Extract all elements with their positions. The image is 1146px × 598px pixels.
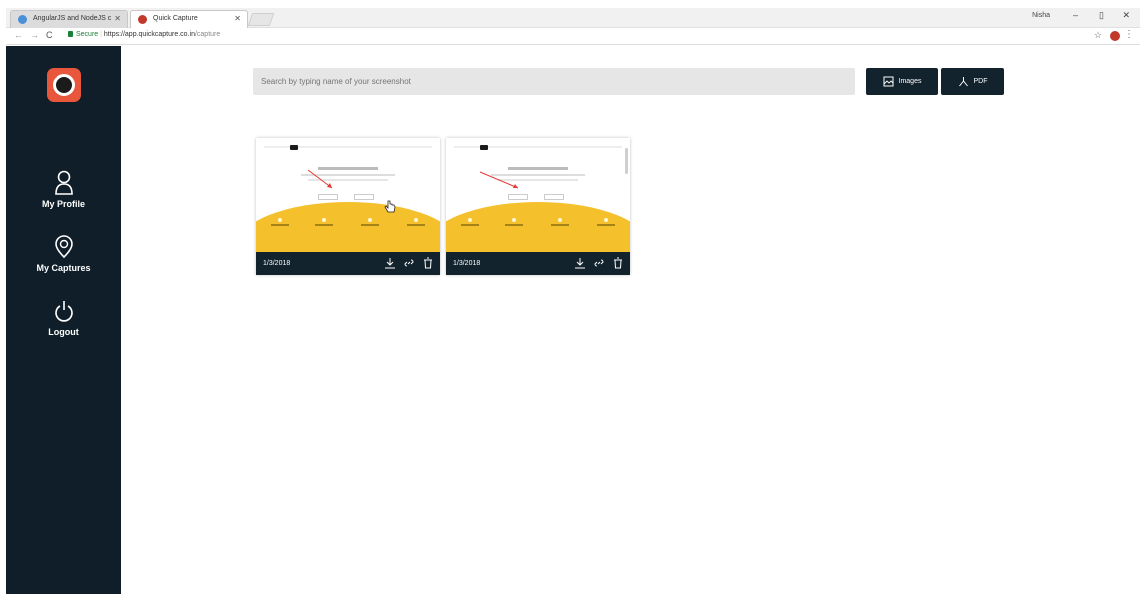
annotation-arrow: [479, 171, 519, 189]
bookmark-star-icon[interactable]: ☆: [1094, 30, 1102, 41]
globe-icon: [18, 15, 27, 24]
sidebar-item-label: My Profile: [41, 199, 85, 209]
close-tab-icon[interactable]: ✕: [114, 11, 121, 27]
image-icon: [883, 76, 894, 87]
forward-arrow-icon[interactable]: →: [30, 30, 39, 40]
sidebar-item-my-captures[interactable]: My Captures: [6, 234, 121, 273]
browser-tab-quick-capture[interactable]: Quick Capture ✕: [130, 10, 248, 28]
back-arrow-icon[interactable]: ←: [14, 30, 23, 40]
pdf-button-label: PDF: [973, 78, 988, 85]
tab-title: Quick Capture: [153, 15, 198, 22]
new-tab-button[interactable]: [247, 13, 275, 26]
secure-label: Secure: [76, 31, 99, 38]
trash-icon[interactable]: [612, 257, 624, 269]
thumbnail-scrollbar: [625, 148, 628, 174]
images-button-label: Images: [898, 78, 922, 85]
hand-cursor-icon: [384, 200, 396, 213]
search-input[interactable]: [253, 68, 855, 95]
address-bar: ← → C Secure | https://app.quickcapture.…: [6, 28, 1140, 45]
capture-thumbnail[interactable]: [256, 138, 440, 252]
sidebar-item-label: Logout: [48, 327, 79, 337]
tab-title: AngularJS and NodeJS c: [33, 15, 112, 22]
download-icon[interactable]: [574, 257, 586, 269]
pdf-button[interactable]: PDF: [941, 68, 1004, 95]
lock-icon: [68, 31, 73, 38]
extension-icon[interactable]: [1110, 31, 1120, 41]
sidebar-item-label: My Captures: [36, 263, 91, 273]
capture-date: 1/3/2018: [263, 260, 291, 267]
url-host: https://app.quickcapture.co.in: [103, 31, 195, 38]
url-field[interactable]: Secure | https://app.quickcapture.co.in/…: [68, 31, 220, 38]
browser-tab-bar: AngularJS and NodeJS c ✕ Quick Capture ✕…: [6, 8, 1140, 28]
capture-date: 1/3/2018: [453, 260, 481, 267]
capture-card[interactable]: 1/3/2018: [256, 138, 440, 275]
maximize-icon[interactable]: ▯: [1099, 10, 1104, 21]
location-pin-icon: [54, 235, 73, 259]
thumbnail-logo: [480, 145, 488, 150]
reload-icon[interactable]: C: [46, 30, 53, 40]
thumbnail-logo: [290, 145, 298, 150]
link-icon[interactable]: [593, 257, 605, 269]
close-window-icon[interactable]: ✕: [1122, 10, 1130, 21]
capture-card-footer: 1/3/2018: [256, 252, 440, 275]
capture-card[interactable]: 1/3/2018: [446, 138, 630, 275]
minimize-icon[interactable]: –: [1073, 10, 1078, 20]
annotation-arrow: [307, 169, 333, 189]
user-icon: [54, 170, 73, 195]
sidebar-item-my-profile[interactable]: My Profile: [6, 170, 121, 209]
capture-card-footer: 1/3/2018: [446, 252, 630, 275]
browser-user-name[interactable]: Nisha: [1032, 12, 1050, 19]
trash-icon[interactable]: [422, 257, 434, 269]
link-icon[interactable]: [403, 257, 415, 269]
pdf-icon: [958, 77, 968, 87]
close-tab-icon[interactable]: ✕: [234, 11, 241, 27]
sidebar: My Profile My Captures Logout: [6, 46, 121, 594]
power-icon: [54, 301, 73, 322]
browser-tab-angular[interactable]: AngularJS and NodeJS c ✕: [10, 10, 128, 28]
capture-thumbnail[interactable]: [446, 138, 630, 252]
download-icon[interactable]: [384, 257, 396, 269]
browser-menu-icon[interactable]: ⋮: [1124, 29, 1134, 40]
screen: AngularJS and NodeJS c ✕ Quick Capture ✕…: [0, 0, 1146, 598]
url-path: /capture: [194, 31, 221, 38]
sidebar-item-logout[interactable]: Logout: [6, 298, 121, 337]
images-button[interactable]: Images: [866, 68, 938, 95]
app-logo[interactable]: [47, 68, 81, 102]
quick-capture-favicon-icon: [138, 15, 147, 24]
